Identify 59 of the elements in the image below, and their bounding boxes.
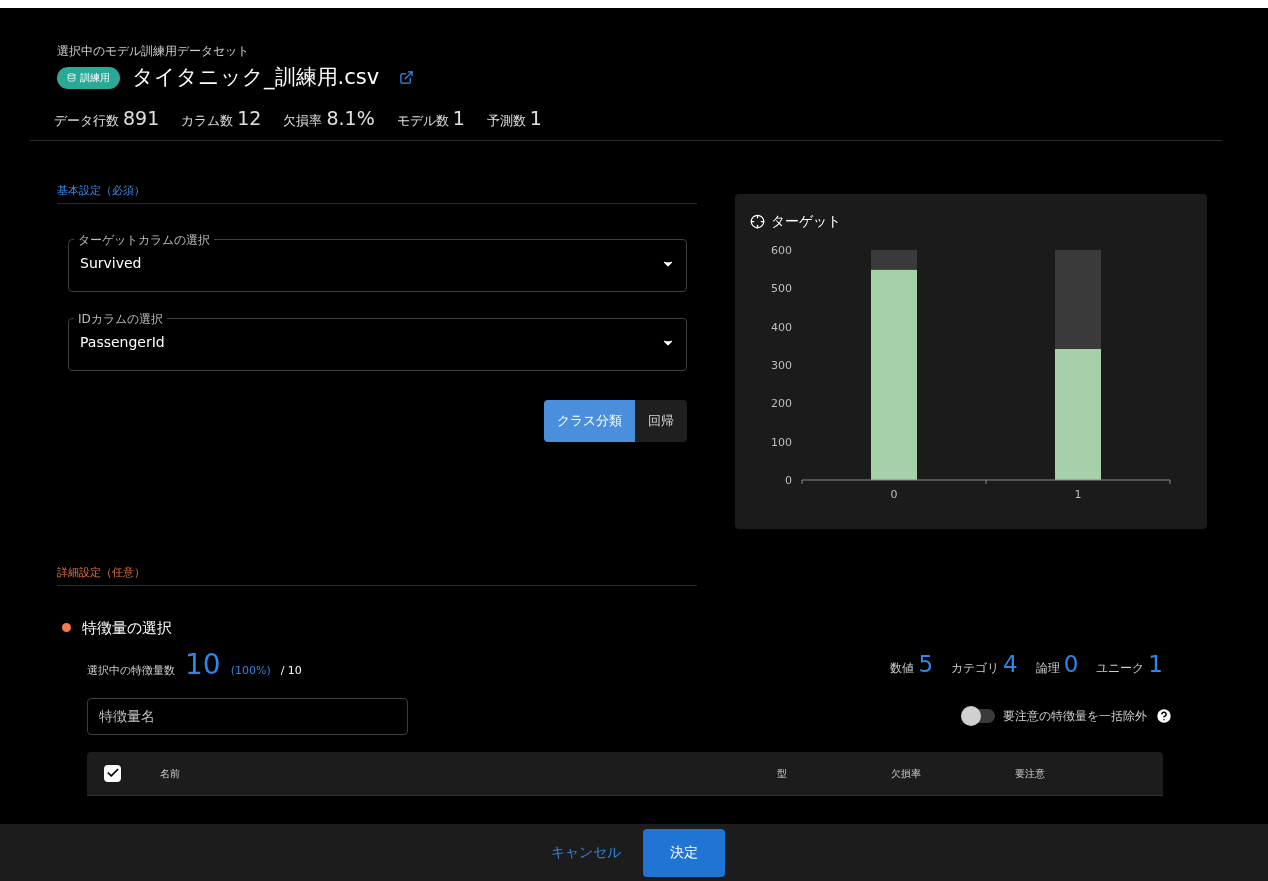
select-field[interactable]: IDカラムの選択 PassengerId [68, 311, 687, 371]
tick-label: 0 [785, 474, 792, 487]
count-label: 選択中の特徴量数 [87, 663, 175, 679]
count-percent: (100%) [230, 663, 271, 679]
stat-label: モデル数 [396, 111, 449, 130]
type-label: カテゴリ [951, 659, 1000, 677]
stat-value: 12 [237, 105, 262, 131]
select-value: PassengerId [80, 333, 165, 352]
type-label: 論理 [1035, 659, 1060, 677]
chart-title: ターゲット [771, 212, 841, 231]
tick-label: 300 [771, 359, 792, 372]
field-label: IDカラムの選択 [77, 311, 164, 326]
toggle-switch[interactable] [961, 709, 995, 723]
select-value: Survived [80, 254, 142, 273]
column-header: 名前 [160, 766, 181, 781]
crosshair-icon [750, 214, 765, 229]
stat-value: 891 [123, 105, 160, 131]
stat-value: 8.1% [326, 105, 375, 131]
type-label: ユニーク [1096, 659, 1145, 677]
select-all-checkbox[interactable] [104, 764, 121, 782]
column-header: 型 [776, 766, 788, 781]
type-count: 0 [1063, 652, 1079, 676]
tick-label: 500 [771, 282, 792, 296]
toggle-label: 要注意の特徴量を一括除外 [1003, 708, 1147, 725]
database-icon [67, 73, 76, 83]
stat-label: データ行数 [54, 111, 119, 130]
type-count: 5 [918, 652, 934, 676]
confirm-button[interactable]: 決定 [643, 828, 725, 877]
tick-label: 200 [771, 397, 792, 411]
section-title: 詳細設定（任意） [57, 565, 697, 586]
column-header: 欠損率 [890, 766, 922, 781]
task-type-tab[interactable]: 回帰 [635, 399, 687, 442]
dataset-badge: 訓練用 [57, 66, 120, 89]
category-label: 0 [890, 488, 898, 501]
stat-label: カラム数 [181, 111, 234, 130]
field-label: ターゲットカラムの選択 [77, 232, 211, 247]
cancel-button[interactable]: キャンセル [543, 830, 629, 875]
tick-label: 600 [771, 244, 792, 257]
search-field[interactable]: 特徴量名 [87, 697, 408, 735]
stat-label: 予測数 [486, 111, 526, 130]
section-title: 基本設定（必須） [57, 183, 697, 204]
subsection-title: 特徴量の選択 [82, 617, 172, 639]
external-link-icon[interactable] [399, 70, 415, 86]
select-field[interactable]: ターゲットカラムの選択 Survived [68, 232, 687, 292]
tick-label: 100 [771, 435, 792, 449]
category-label: 1 [1074, 488, 1082, 501]
count-total: / 10 [280, 663, 302, 679]
stat-value: 1 [452, 105, 465, 131]
dataset-filename: タイタニック_訓練用.csv [132, 64, 380, 92]
stat-value: 1 [529, 105, 542, 131]
dataset-caption: 選択中のモデル訓練用データセット [57, 43, 250, 60]
type-count: 1 [1148, 652, 1163, 676]
count-value: 10 [185, 651, 221, 679]
type-count: 4 [1003, 652, 1018, 676]
column-header: 要注意 [1014, 766, 1046, 781]
stat-label: 欠損率 [283, 111, 323, 130]
tick-label: 400 [771, 320, 792, 334]
type-label: 数値 [890, 659, 915, 677]
help-icon[interactable] [1155, 707, 1173, 725]
